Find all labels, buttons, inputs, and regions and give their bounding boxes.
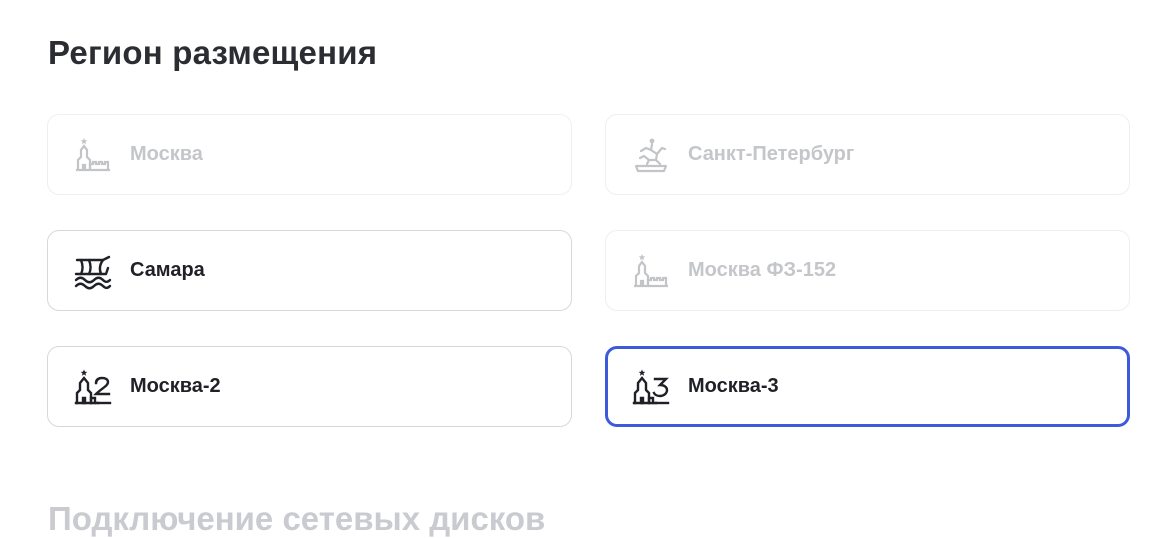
boat-waves-icon bbox=[74, 252, 112, 290]
kremlin-tower-icon bbox=[632, 252, 670, 290]
region-option-moskva-fz152: Москва ФЗ-152 bbox=[605, 230, 1130, 311]
region-label: Москва-3 bbox=[688, 375, 779, 397]
region-option-moskva: Москва bbox=[47, 114, 572, 195]
kremlin-tower-2-icon bbox=[74, 368, 112, 406]
region-label: Санкт-Петербург bbox=[688, 143, 855, 165]
region-option-moskva-2[interactable]: Москва-2 bbox=[47, 346, 572, 427]
region-label: Москва-2 bbox=[130, 375, 221, 397]
kremlin-tower-icon bbox=[74, 136, 112, 174]
region-label: Москва bbox=[130, 143, 203, 165]
region-options-grid: Москва Санкт-Петербург Самара Москва ФЗ-… bbox=[47, 114, 1130, 427]
region-option-sankt-peterburg: Санкт-Петербург bbox=[605, 114, 1130, 195]
section-title: Регион размещения bbox=[48, 34, 378, 71]
next-section-title: Подключение сетевых дисков bbox=[48, 500, 546, 537]
region-option-moskva-3[interactable]: Москва-3 bbox=[605, 346, 1130, 427]
bronze-horseman-icon bbox=[632, 136, 670, 174]
kremlin-tower-3-icon bbox=[632, 368, 670, 406]
region-label: Москва ФЗ-152 bbox=[688, 259, 837, 281]
region-label: Самара bbox=[130, 259, 205, 281]
region-option-samara[interactable]: Самара bbox=[47, 230, 572, 311]
